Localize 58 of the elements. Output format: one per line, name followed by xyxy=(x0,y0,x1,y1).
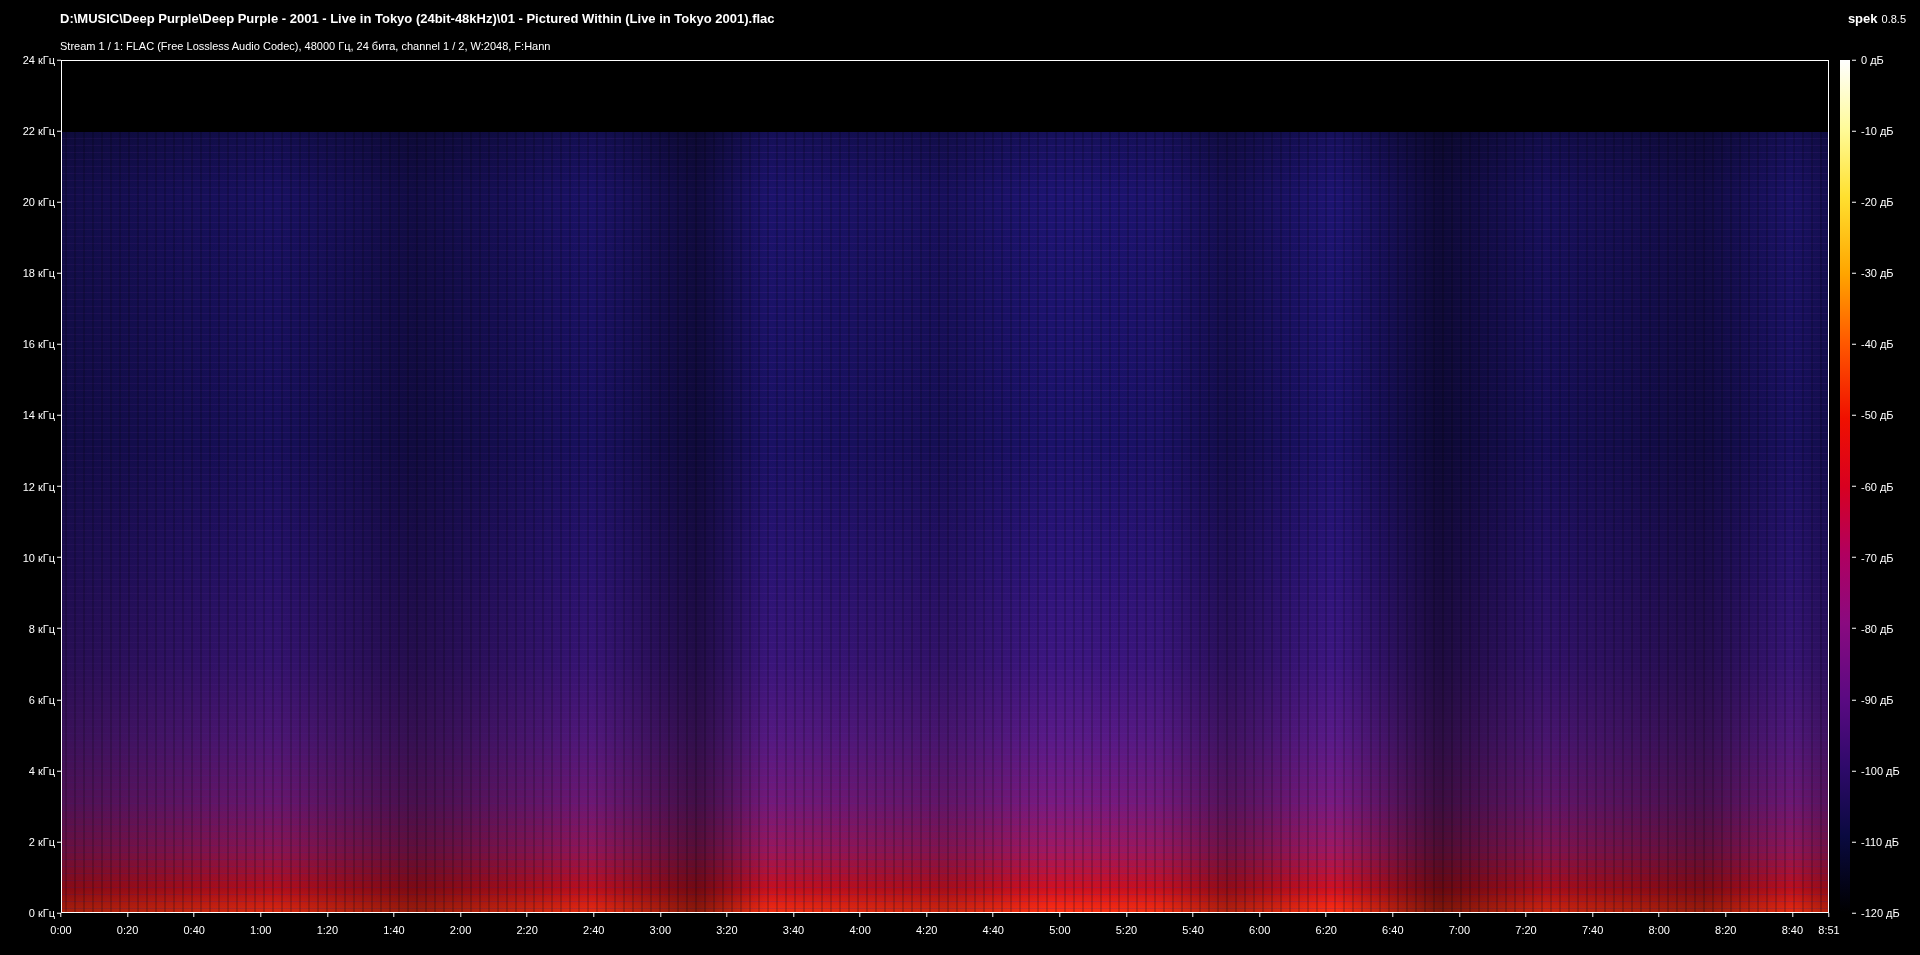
time-label: 7:00 xyxy=(1448,923,1471,938)
db-label: -120 дБ xyxy=(1861,905,1900,921)
frequency-label: 12 кГц xyxy=(22,479,55,495)
time-label: 4:00 xyxy=(849,923,871,938)
stream-info-text: Stream 1 / 1: FLAC (Free Lossless Audio Codec), 48000 Гц, 24 бита, channel 1 / 2, W:2048, F:Hann xyxy=(60,38,552,54)
time-label: 2:00 xyxy=(449,923,472,938)
time-label: 0:20 xyxy=(116,923,139,938)
db-label: -10 дБ xyxy=(1861,123,1894,139)
db-label: -60 дБ xyxy=(1861,479,1894,495)
db-label: -20 дБ xyxy=(1861,194,1894,210)
time-label: 6:00 xyxy=(1248,923,1271,938)
time-label: 8:51 xyxy=(1818,923,1840,938)
time-label: 5:40 xyxy=(1182,923,1204,938)
time-label: 3:20 xyxy=(716,923,738,938)
time-label: 6:20 xyxy=(1315,923,1337,938)
time-label: 3:40 xyxy=(782,923,805,938)
time-label: 6:40 xyxy=(1382,923,1404,938)
frequency-label: 16 кГц xyxy=(22,337,55,353)
time-label: 8:00 xyxy=(1648,923,1670,938)
frequency-label: 22 кГц xyxy=(22,123,55,139)
time-label: 7:20 xyxy=(1515,923,1537,938)
time-label: 8:40 xyxy=(1781,923,1804,938)
frequency-label: 2 кГц xyxy=(28,834,55,850)
time-label: 4:40 xyxy=(982,923,1004,938)
frequency-label: 0 кГц xyxy=(28,905,55,921)
time-label: 2:20 xyxy=(516,923,538,938)
file-path-title: D:\MUSIC\Deep Purple\Deep Purple - 2001 - Live in Tokyo (24bit-48kHz)\01 - Pictured Within (Live in Tokyo 2001).flac xyxy=(60,10,775,28)
time-label: 4:20 xyxy=(915,923,938,938)
db-label: -90 дБ xyxy=(1861,692,1894,708)
db-label: -100 дБ xyxy=(1861,763,1900,779)
time-label: 0:40 xyxy=(183,923,205,938)
frequency-label: 10 кГц xyxy=(22,550,55,566)
time-label: 0:00 xyxy=(50,923,72,938)
frequency-label: 14 кГц xyxy=(22,408,55,424)
frequency-label: 18 кГц xyxy=(22,266,55,281)
app-name: spek xyxy=(1847,10,1878,28)
db-label: -70 дБ xyxy=(1861,550,1894,566)
time-label: 1:00 xyxy=(250,923,272,938)
frequency-label: 20 кГц xyxy=(22,194,55,210)
time-label: 2:40 xyxy=(583,923,605,938)
time-label: 5:20 xyxy=(1115,923,1138,938)
frequency-label: 24 кГц xyxy=(22,52,55,68)
time-label: 3:00 xyxy=(649,923,671,938)
db-label: -50 дБ xyxy=(1861,408,1894,424)
db-label: -40 дБ xyxy=(1861,337,1894,353)
frequency-label: 4 кГц xyxy=(28,763,55,779)
frequency-label: 6 кГц xyxy=(28,692,55,708)
db-label: -80 дБ xyxy=(1861,621,1894,637)
frequency-label: 8 кГц xyxy=(28,621,55,637)
db-label: 0 дБ xyxy=(1861,52,1884,68)
time-label: 1:40 xyxy=(383,923,405,938)
time-label: 1:20 xyxy=(316,923,339,938)
db-label: -30 дБ xyxy=(1861,266,1894,281)
time-label: 8:20 xyxy=(1715,923,1737,938)
app-version: 0.8.5 xyxy=(1881,12,1906,27)
time-label: 7:40 xyxy=(1581,923,1604,938)
time-label: 5:00 xyxy=(1049,923,1071,938)
db-label: -110 дБ xyxy=(1861,834,1899,850)
